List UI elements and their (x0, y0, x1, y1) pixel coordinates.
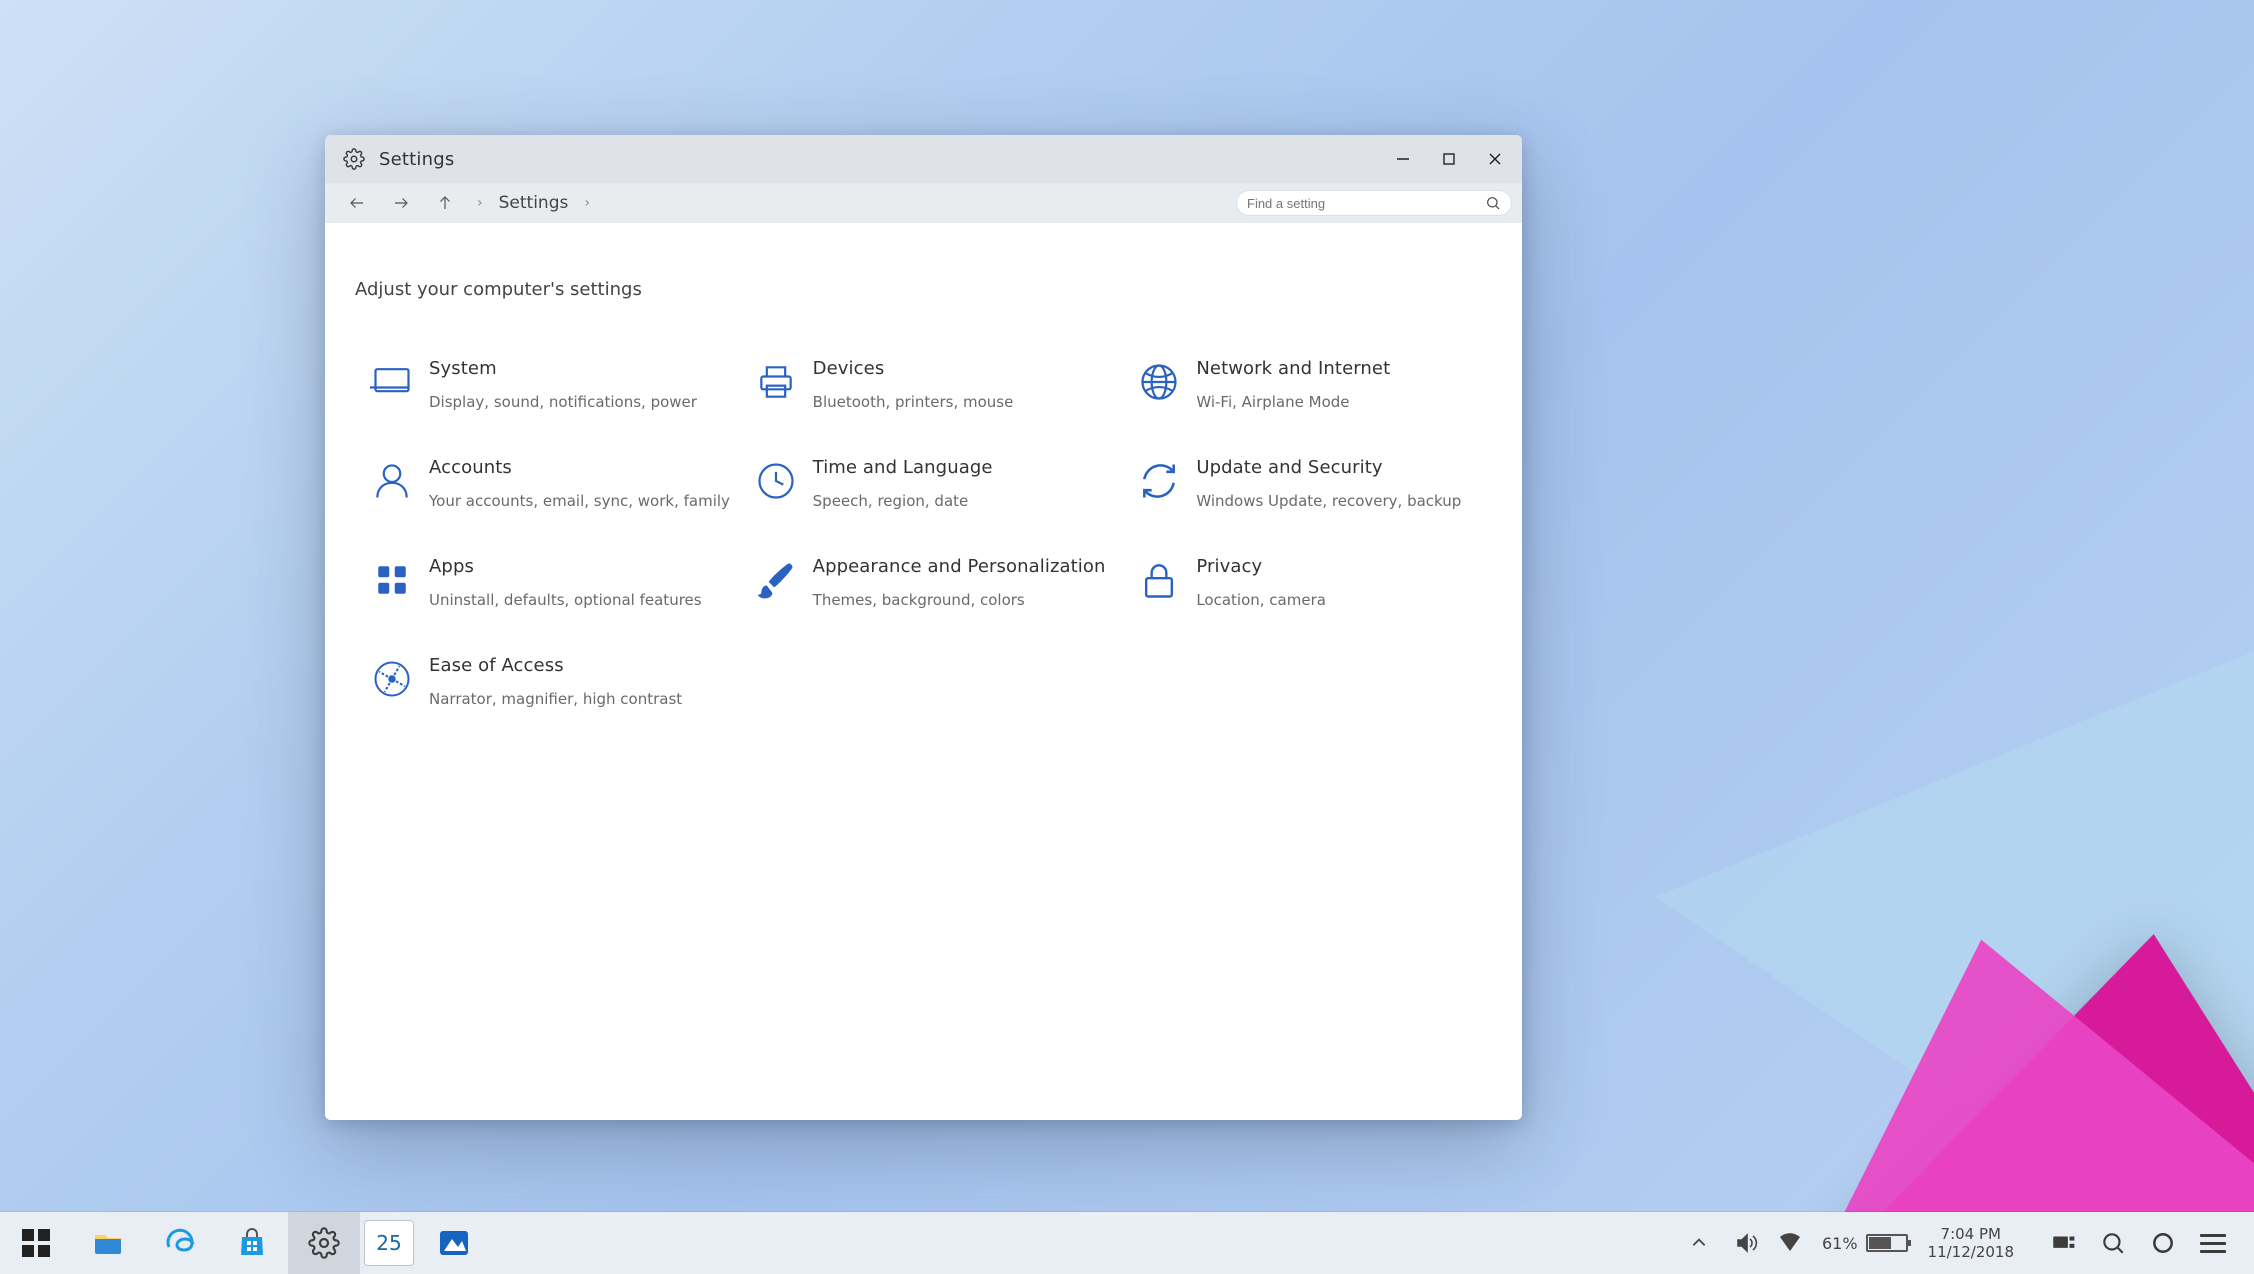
card-title: Appearance and Personalization (813, 556, 1106, 577)
card-title: Privacy (1196, 556, 1326, 577)
card-desc: Windows Update, recovery, backup (1196, 492, 1461, 510)
clock-time: 7:04 PM (1928, 1225, 2014, 1243)
taskbar: 25 61% 7:04 PM 11/12/2018 (0, 1212, 2254, 1274)
chevron-right-icon: › (574, 195, 600, 211)
window-title: Settings (379, 149, 454, 170)
card-title: Apps (429, 556, 702, 577)
card-title: Accounts (429, 457, 730, 478)
card-desc: Bluetooth, printers, mouse (813, 393, 1014, 411)
card-time-language[interactable]: Time and Language Speech, region, date (739, 457, 1115, 510)
chevron-right-icon: › (467, 195, 493, 211)
card-system[interactable]: System Display, sound, notifications, pow… (355, 358, 731, 411)
window-titlebar[interactable]: Settings (325, 135, 1522, 183)
window-navbar: › Settings › (325, 183, 1522, 223)
card-title: System (429, 358, 697, 379)
display-icon (355, 358, 429, 404)
card-ease-of-access[interactable]: Ease of Access Narrator, magnifier, high … (355, 655, 731, 708)
clock[interactable]: 7:04 PM 11/12/2018 (1928, 1225, 2014, 1261)
search-field[interactable] (1236, 190, 1512, 216)
sync-icon (1122, 457, 1196, 503)
card-devices[interactable]: Devices Bluetooth, printers, mouse (739, 358, 1115, 411)
settings-window: Settings › Settings › Adjust your comput… (325, 135, 1522, 1120)
card-appearance[interactable]: Appearance and Personalization Themes, ba… (739, 556, 1115, 609)
card-desc: Uninstall, defaults, optional features (429, 591, 702, 609)
desktop-wallpaper: Settings › Settings › Adjust your comput… (0, 0, 2254, 1212)
start-button[interactable] (0, 1212, 72, 1274)
store-button[interactable] (216, 1212, 288, 1274)
card-title: Update and Security (1196, 457, 1461, 478)
apps-icon (355, 556, 429, 602)
battery-indicator[interactable]: 61% (1822, 1234, 1908, 1253)
breadcrumb-item[interactable]: Settings (493, 193, 575, 213)
lock-icon (1122, 556, 1196, 602)
settings-grid: System Display, sound, notifications, pow… (355, 358, 1498, 708)
close-button[interactable] (1472, 135, 1518, 183)
volume-icon[interactable] (1734, 1231, 1758, 1255)
nav-back-button[interactable] (335, 183, 379, 223)
search-button[interactable] (2100, 1230, 2126, 1256)
card-privacy[interactable]: Privacy Location, camera (1122, 556, 1498, 609)
tray-expand-button[interactable] (1684, 1228, 1714, 1258)
card-desc: Display, sound, notifications, power (429, 393, 697, 411)
edge-button[interactable] (144, 1212, 216, 1274)
card-update-security[interactable]: Update and Security Windows Update, recov… (1122, 457, 1498, 510)
menu-button[interactable] (2200, 1234, 2226, 1253)
card-desc: Wi-Fi, Airplane Mode (1196, 393, 1390, 411)
card-desc: Your accounts, email, sync, work, family (429, 492, 730, 510)
settings-button[interactable] (288, 1212, 360, 1274)
card-title: Devices (813, 358, 1014, 379)
page-heading: Adjust your computer's settings (355, 279, 1498, 300)
battery-icon (1866, 1234, 1908, 1252)
task-view-button[interactable] (2050, 1230, 2076, 1256)
search-input[interactable] (1247, 196, 1485, 211)
minimize-button[interactable] (1380, 135, 1426, 183)
nav-up-button[interactable] (423, 183, 467, 223)
clock-date: 11/12/2018 (1928, 1243, 2014, 1261)
globe-icon (1122, 358, 1196, 404)
calendar-button[interactable]: 25 (364, 1220, 414, 1266)
maximize-button[interactable] (1426, 135, 1472, 183)
brush-icon (739, 556, 813, 602)
gear-icon (343, 148, 365, 170)
calendar-day: 25 (376, 1231, 401, 1255)
clock-icon (739, 457, 813, 503)
search-icon[interactable] (1485, 195, 1501, 211)
card-desc: Speech, region, date (813, 492, 993, 510)
card-network[interactable]: Network and Internet Wi-Fi, Airplane Mode (1122, 358, 1498, 411)
card-title: Network and Internet (1196, 358, 1390, 379)
printer-icon (739, 358, 813, 404)
card-title: Time and Language (813, 457, 993, 478)
cortana-button[interactable] (2150, 1230, 2176, 1256)
card-desc: Narrator, magnifier, high contrast (429, 690, 682, 708)
person-icon (355, 457, 429, 503)
battery-percent: 61% (1822, 1234, 1858, 1253)
nav-forward-button[interactable] (379, 183, 423, 223)
card-desc: Themes, background, colors (813, 591, 1106, 609)
image-app-button[interactable] (418, 1212, 490, 1274)
card-accounts[interactable]: Accounts Your accounts, email, sync, work… (355, 457, 731, 510)
file-explorer-button[interactable] (72, 1212, 144, 1274)
card-desc: Location, camera (1196, 591, 1326, 609)
card-apps[interactable]: Apps Uninstall, defaults, optional featur… (355, 556, 731, 609)
card-title: Ease of Access (429, 655, 682, 676)
accessibility-icon (355, 655, 429, 701)
wifi-icon[interactable] (1778, 1231, 1802, 1255)
